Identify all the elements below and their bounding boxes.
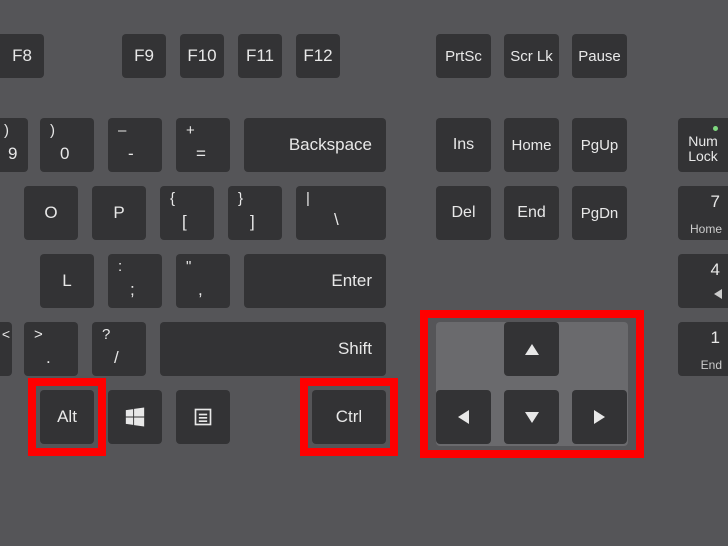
- key-backslash-sup: |: [306, 190, 310, 207]
- arrow-up-icon: [525, 344, 539, 355]
- key-arrow-up[interactable]: [504, 322, 559, 376]
- key-windows[interactable]: [108, 390, 162, 444]
- key-9[interactable]: ) 9: [0, 118, 28, 172]
- key-rbracket-sup: }: [238, 190, 243, 207]
- key-del[interactable]: Del: [436, 186, 491, 240]
- key-rbracket-main: ]: [250, 212, 255, 232]
- key-f11[interactable]: F11: [238, 34, 282, 78]
- key-minus-main: -: [128, 144, 134, 164]
- key-0-main: 0: [60, 144, 69, 164]
- key-equals-main: =: [196, 144, 206, 164]
- key-quote-main: ,: [198, 280, 203, 300]
- key-semicolon[interactable]: : ;: [108, 254, 162, 308]
- key-quote-sup: ": [186, 258, 191, 275]
- key-equals-sup: +: [186, 122, 195, 139]
- key-minus-sup: –: [118, 122, 126, 139]
- key-np7-sub: Home: [690, 222, 722, 236]
- key-period-sup: >: [34, 326, 43, 343]
- arrow-left-icon: [458, 410, 469, 424]
- key-np7-main: 7: [711, 192, 720, 212]
- key-arrow-left[interactable]: [436, 390, 491, 444]
- key-f10[interactable]: F10: [180, 34, 224, 78]
- key-np4-sub: [714, 288, 722, 302]
- key-pgup[interactable]: PgUp: [572, 118, 627, 172]
- key-lbracket-main: [: [182, 212, 187, 232]
- key-enter[interactable]: Enter: [244, 254, 386, 308]
- key-semicolon-sup: :: [118, 258, 122, 275]
- key-minus[interactable]: – -: [108, 118, 162, 172]
- key-0[interactable]: ) 0: [40, 118, 94, 172]
- key-home[interactable]: Home: [504, 118, 559, 172]
- key-backslash-main: \: [334, 210, 339, 230]
- key-o[interactable]: O: [24, 186, 78, 240]
- key-arrow-right[interactable]: [572, 390, 627, 444]
- key-l[interactable]: L: [40, 254, 94, 308]
- arrow-left-icon: [714, 289, 722, 299]
- key-equals[interactable]: + =: [176, 118, 230, 172]
- key-slash-main: /: [114, 348, 119, 368]
- key-period-main: .: [46, 348, 51, 368]
- key-lbracket[interactable]: { [: [160, 186, 214, 240]
- key-ins[interactable]: Ins: [436, 118, 491, 172]
- numlock-led-icon: [713, 126, 718, 131]
- key-9-sup: ): [4, 122, 9, 139]
- key-menu[interactable]: [176, 390, 230, 444]
- key-arrow-down[interactable]: [504, 390, 559, 444]
- key-f9[interactable]: F9: [122, 34, 166, 78]
- key-numpad-4[interactable]: 4: [678, 254, 728, 308]
- key-np4-main: 4: [711, 260, 720, 280]
- windows-icon: [124, 406, 146, 428]
- key-numpad-1[interactable]: 1 End: [678, 322, 728, 376]
- key-pgdn[interactable]: PgDn: [572, 186, 627, 240]
- key-prtsc[interactable]: PrtSc: [436, 34, 491, 78]
- key-rbracket[interactable]: } ]: [228, 186, 282, 240]
- arrow-down-icon: [525, 412, 539, 423]
- key-9-main: 9: [8, 144, 17, 164]
- key-backspace[interactable]: Backspace: [244, 118, 386, 172]
- key-end[interactable]: End: [504, 186, 559, 240]
- key-period[interactable]: > .: [24, 322, 78, 376]
- key-shift[interactable]: Shift: [160, 322, 386, 376]
- key-f12[interactable]: F12: [296, 34, 340, 78]
- arrow-right-icon: [594, 410, 605, 424]
- key-scrlk[interactable]: Scr Lk: [504, 34, 559, 78]
- key-ctrl[interactable]: Ctrl: [312, 390, 386, 444]
- key-numlock-label: Num Lock: [678, 134, 728, 165]
- key-semicolon-main: ;: [130, 280, 135, 300]
- key-pause[interactable]: Pause: [572, 34, 627, 78]
- key-numpad-7[interactable]: 7 Home: [678, 186, 728, 240]
- key-slash[interactable]: ? /: [92, 322, 146, 376]
- key-slash-sup: ?: [102, 326, 110, 343]
- key-lt-sup: <: [2, 326, 10, 342]
- menu-icon: [193, 407, 213, 427]
- key-f8[interactable]: F8: [0, 34, 44, 78]
- key-lt-partial[interactable]: <: [0, 322, 12, 376]
- key-p[interactable]: P: [92, 186, 146, 240]
- key-alt[interactable]: Alt: [40, 390, 94, 444]
- key-np1-main: 1: [711, 328, 720, 348]
- key-numlock[interactable]: Num Lock: [678, 118, 728, 172]
- key-lbracket-sup: {: [170, 190, 175, 207]
- key-quote[interactable]: " ,: [176, 254, 230, 308]
- key-backslash[interactable]: | \: [296, 186, 386, 240]
- key-np1-sub: End: [701, 358, 722, 372]
- key-0-sup: ): [50, 122, 55, 139]
